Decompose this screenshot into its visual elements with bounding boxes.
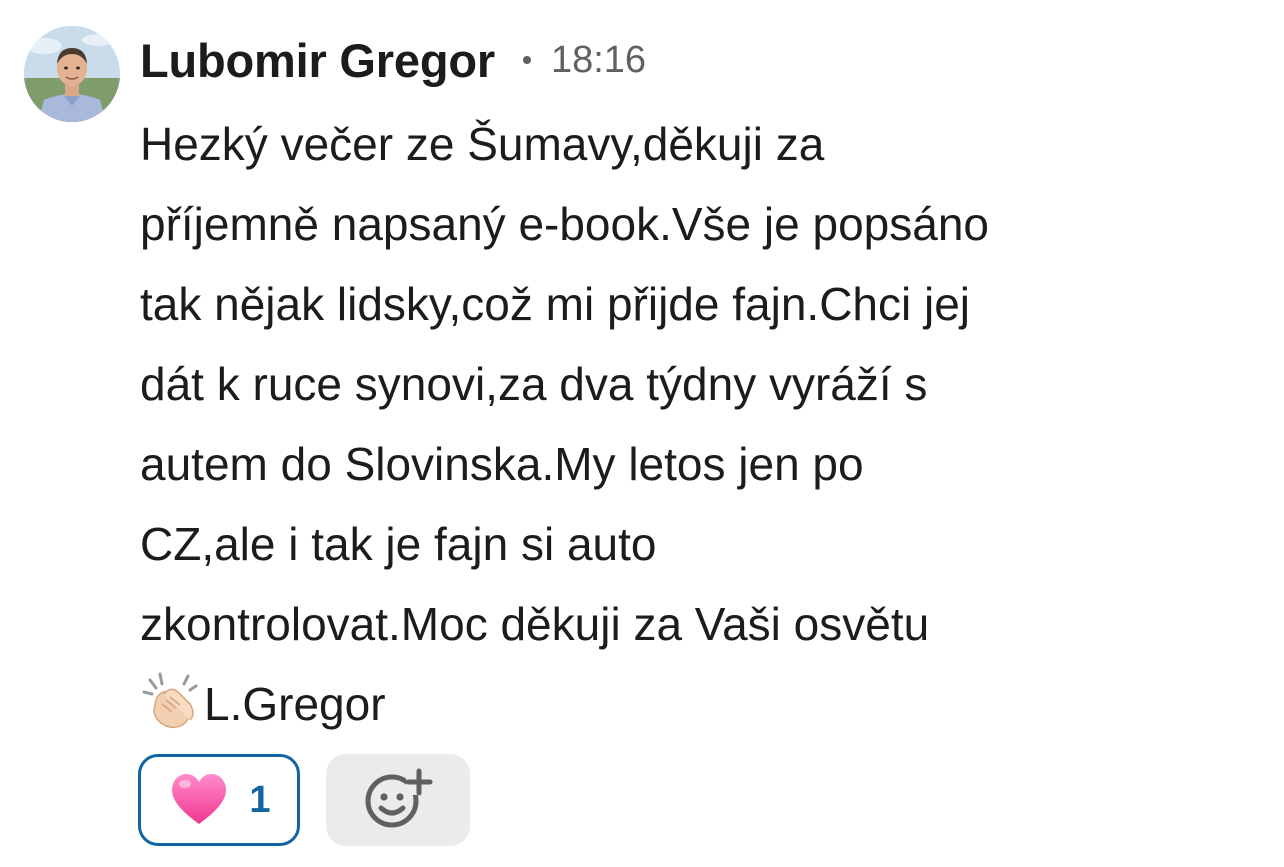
message-signature-line: L.Gregor [140,664,1260,744]
message-line: příjemně napsaný e-book.Vše je popsáno [140,198,990,250]
message-line: zkontrolovat.Moc děkuji za Vaši osvětu [140,598,930,650]
message-line: CZ,ale i tak je fajn si auto [140,518,657,570]
reaction-count: 1 [249,778,271,821]
message-body: Hezký večer ze Šumavy,děkuji za příjemně… [140,104,1260,744]
avatar[interactable] [24,26,120,122]
message-header: Lubomir Gregor 18:16 [140,30,646,90]
message-line: Hezký večer ze Šumavy,děkuji za [140,118,825,170]
clapping-hands-icon [140,670,202,732]
separator-dot [522,56,531,64]
sender-name[interactable]: Lubomir Gregor [140,33,495,88]
chat-message: Lubomir Gregor 18:16 Hezký večer ze Šuma… [0,0,1284,867]
add-reaction-smiley-icon [362,765,434,836]
add-reaction-button[interactable] [326,754,470,846]
message-line: autem do Slovinska.My letos jen po [140,438,864,490]
pink-heart-icon [167,768,231,833]
avatar-photo [24,26,120,122]
timestamp[interactable]: 18:16 [551,39,646,82]
signature: L.Gregor [204,678,386,730]
reactions-bar: 1 [138,754,470,846]
message-line: tak nějak lidsky,což mi přijde fajn.Chci… [140,278,971,330]
message-line: dát k ruce synovi,za dva týdny vyráží s [140,358,928,410]
reaction-heart-button[interactable]: 1 [138,754,300,846]
